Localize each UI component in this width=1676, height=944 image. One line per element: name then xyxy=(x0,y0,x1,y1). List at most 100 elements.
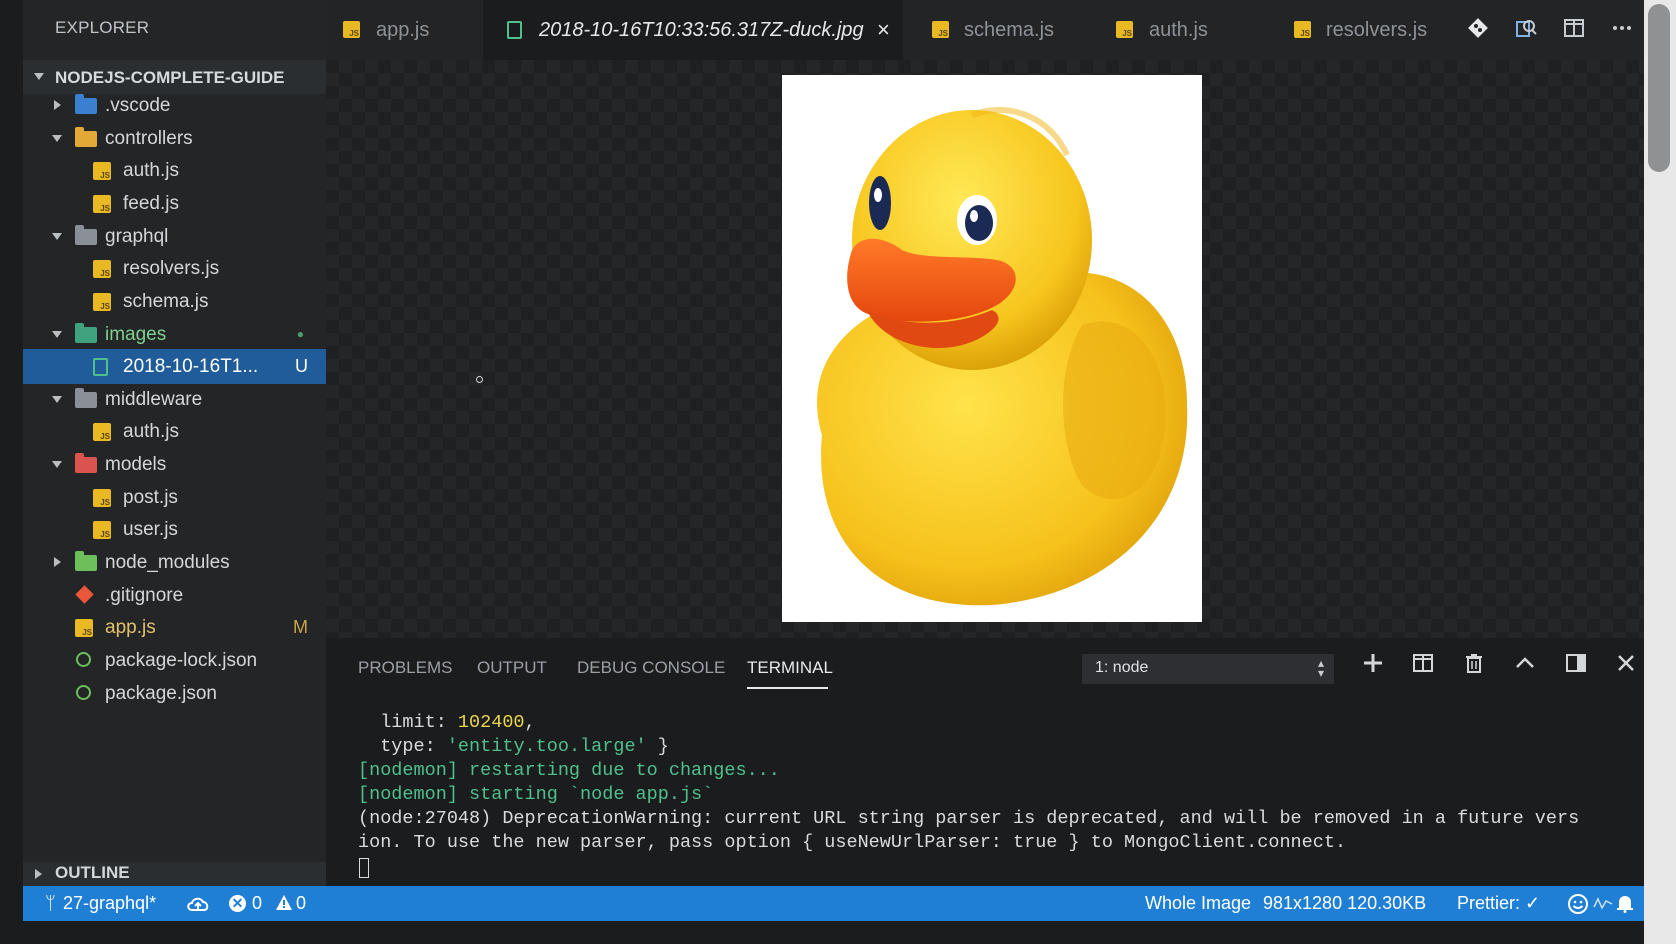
chevron-down-icon xyxy=(34,73,44,80)
bottom-panel: PROBLEMS OUTPUT DEBUG CONSOLE TERMINAL 1… xyxy=(326,638,1644,886)
tree-item-label: auth.js xyxy=(123,421,179,442)
tab-resolvers-js[interactable]: resolvers.js xyxy=(1268,0,1453,60)
tree-item-package-json[interactable]: package.json xyxy=(23,676,326,711)
tree-item-label: package-lock.json xyxy=(105,650,258,671)
git-compare-icon[interactable] xyxy=(1464,16,1492,44)
window-scrollbar[interactable] xyxy=(1644,0,1676,944)
node-folder-icon xyxy=(75,551,97,571)
tree-item-label: .vscode xyxy=(105,95,171,116)
active-tab-indicator xyxy=(747,687,828,689)
editor-tab-bar: app.js 2018-10-16T10:33:56.317Z-duck.jpg… xyxy=(326,0,1644,60)
folder-icon xyxy=(75,388,97,408)
tree-item-label: graphql xyxy=(105,226,169,247)
js-file-icon xyxy=(343,21,360,38)
git-branch-icon: ᛘ xyxy=(45,893,56,913)
tree-item-controllers[interactable]: controllers xyxy=(23,121,326,156)
chevron-down-icon xyxy=(52,331,62,338)
js-file-icon xyxy=(75,619,93,637)
explorer-title: EXPLORER xyxy=(55,18,150,37)
tab-app-js[interactable]: app.js xyxy=(326,0,481,60)
tree-item-images[interactable]: images ● xyxy=(23,317,326,352)
bell-icon[interactable] xyxy=(1615,893,1635,918)
tree-item-middleware-auth-js[interactable]: auth.js xyxy=(23,414,326,449)
tree-item-graphql[interactable]: graphql xyxy=(23,219,326,254)
js-file-icon xyxy=(93,521,111,539)
tab-auth-js[interactable]: auth.js xyxy=(1089,0,1265,60)
folder-icon xyxy=(75,225,97,245)
tab-terminal[interactable]: TERMINAL xyxy=(747,658,833,678)
error-count: 0 xyxy=(252,893,263,913)
tree-item-package-lock-json[interactable]: package-lock.json xyxy=(23,643,326,678)
tree-item-vscode[interactable]: .vscode xyxy=(23,88,326,123)
vscode-folder-icon xyxy=(75,94,97,114)
explorer-sidebar: EXPLORER NODEJS-COMPLETE-GUIDE .vscode c… xyxy=(23,0,326,886)
terminal-line: [nodemon] starting `node app.js` xyxy=(358,784,714,805)
scrollbar-thumb[interactable] xyxy=(1648,4,1670,172)
tree-item-app-js[interactable]: app.js M xyxy=(23,610,326,645)
tree-item-node-modules[interactable]: node_modules xyxy=(23,545,326,580)
tree-item-schema-js[interactable]: schema.js xyxy=(23,284,326,319)
more-icon[interactable] xyxy=(1608,16,1636,44)
tree-item-feed-js[interactable]: feed.js xyxy=(23,186,326,221)
chevron-right-icon xyxy=(54,100,61,110)
tree-item-gitignore[interactable]: .gitignore xyxy=(23,578,326,613)
js-file-icon xyxy=(93,489,111,507)
tree-item-label: images xyxy=(105,324,167,345)
open-preview-icon[interactable] xyxy=(1512,16,1540,44)
sync-cloud-icon[interactable] xyxy=(186,895,210,918)
terminal-number: 102400 xyxy=(457,712,525,733)
tab-problems[interactable]: PROBLEMS xyxy=(358,658,452,678)
tab-schema-js[interactable]: schema.js xyxy=(906,0,1086,60)
mouse-cursor xyxy=(476,376,483,383)
tab-duck-image[interactable]: 2018-10-16T10:33:56.317Z-duck.jpg × xyxy=(483,0,903,60)
split-terminal-icon[interactable] xyxy=(1408,652,1438,682)
tab-debug-console[interactable]: DEBUG CONSOLE xyxy=(577,658,725,678)
tab-label: app.js xyxy=(376,19,430,41)
outline-label: OUTLINE xyxy=(55,863,130,882)
activity-icon xyxy=(1593,895,1613,916)
tab-label: resolvers.js xyxy=(1326,19,1428,41)
close-panel-icon[interactable] xyxy=(1611,652,1641,682)
image-file-icon xyxy=(93,358,108,376)
error-icon: ✕ xyxy=(229,895,246,912)
close-icon[interactable]: × xyxy=(877,17,890,43)
terminal-select-value: 1: node xyxy=(1095,659,1149,676)
tree-item-label: resolvers.js xyxy=(123,258,220,279)
tree-item-resolvers-js[interactable]: resolvers.js xyxy=(23,251,326,286)
tree-item-user-js[interactable]: user.js xyxy=(23,512,326,547)
untracked-dot: ● xyxy=(296,327,304,341)
tree-item-label: schema.js xyxy=(123,291,209,312)
trash-icon[interactable] xyxy=(1459,652,1489,682)
tree-item-controllers-auth-js[interactable]: auth.js xyxy=(23,153,326,188)
tab-output[interactable]: OUTPUT xyxy=(477,658,547,678)
tree-item-middleware[interactable]: middleware xyxy=(23,382,326,417)
chevron-down-icon xyxy=(52,396,62,403)
js-file-icon xyxy=(1294,21,1311,38)
tree-item-label: node_modules xyxy=(105,552,230,573)
terminal-line: type: 'entity.too.large' } xyxy=(358,736,669,757)
terminal-select[interactable]: 1: node ▴ ▾ xyxy=(1082,654,1334,684)
tree-item-label: user.js xyxy=(123,519,178,540)
terminal-line: (node:27048) DeprecationWarning: current… xyxy=(358,808,1580,829)
chevron-right-icon xyxy=(35,869,42,879)
controllers-folder-icon xyxy=(75,127,97,147)
tree-item-label: post.js xyxy=(123,487,178,508)
js-file-icon xyxy=(93,293,111,311)
tree-item-label: auth.js xyxy=(123,160,179,181)
new-terminal-icon[interactable] xyxy=(1358,652,1388,682)
image-file-icon xyxy=(507,21,522,39)
split-editor-icon[interactable] xyxy=(1560,16,1588,44)
feedback-smiley-icon[interactable] xyxy=(1567,893,1589,920)
outline-section-header[interactable]: OUTLINE xyxy=(23,862,326,886)
panel-layout-icon[interactable] xyxy=(1561,652,1591,682)
project-name: NODEJS-COMPLETE-GUIDE xyxy=(55,68,285,87)
terminal-line: ion. To use the new parser, pass option … xyxy=(358,832,1347,853)
tree-item-models[interactable]: models xyxy=(23,447,326,482)
prettier-status[interactable]: Prettier: ✓ xyxy=(1457,893,1540,914)
maximize-panel-icon[interactable] xyxy=(1510,652,1540,682)
window-bottom-edge xyxy=(0,921,1644,944)
image-zoom-status[interactable]: Whole Image xyxy=(1145,893,1251,914)
tree-item-post-js[interactable]: post.js xyxy=(23,480,326,515)
tree-item-duck-image[interactable]: 2018-10-16T1... U xyxy=(23,349,326,384)
image-preview-area[interactable] xyxy=(326,60,1644,638)
